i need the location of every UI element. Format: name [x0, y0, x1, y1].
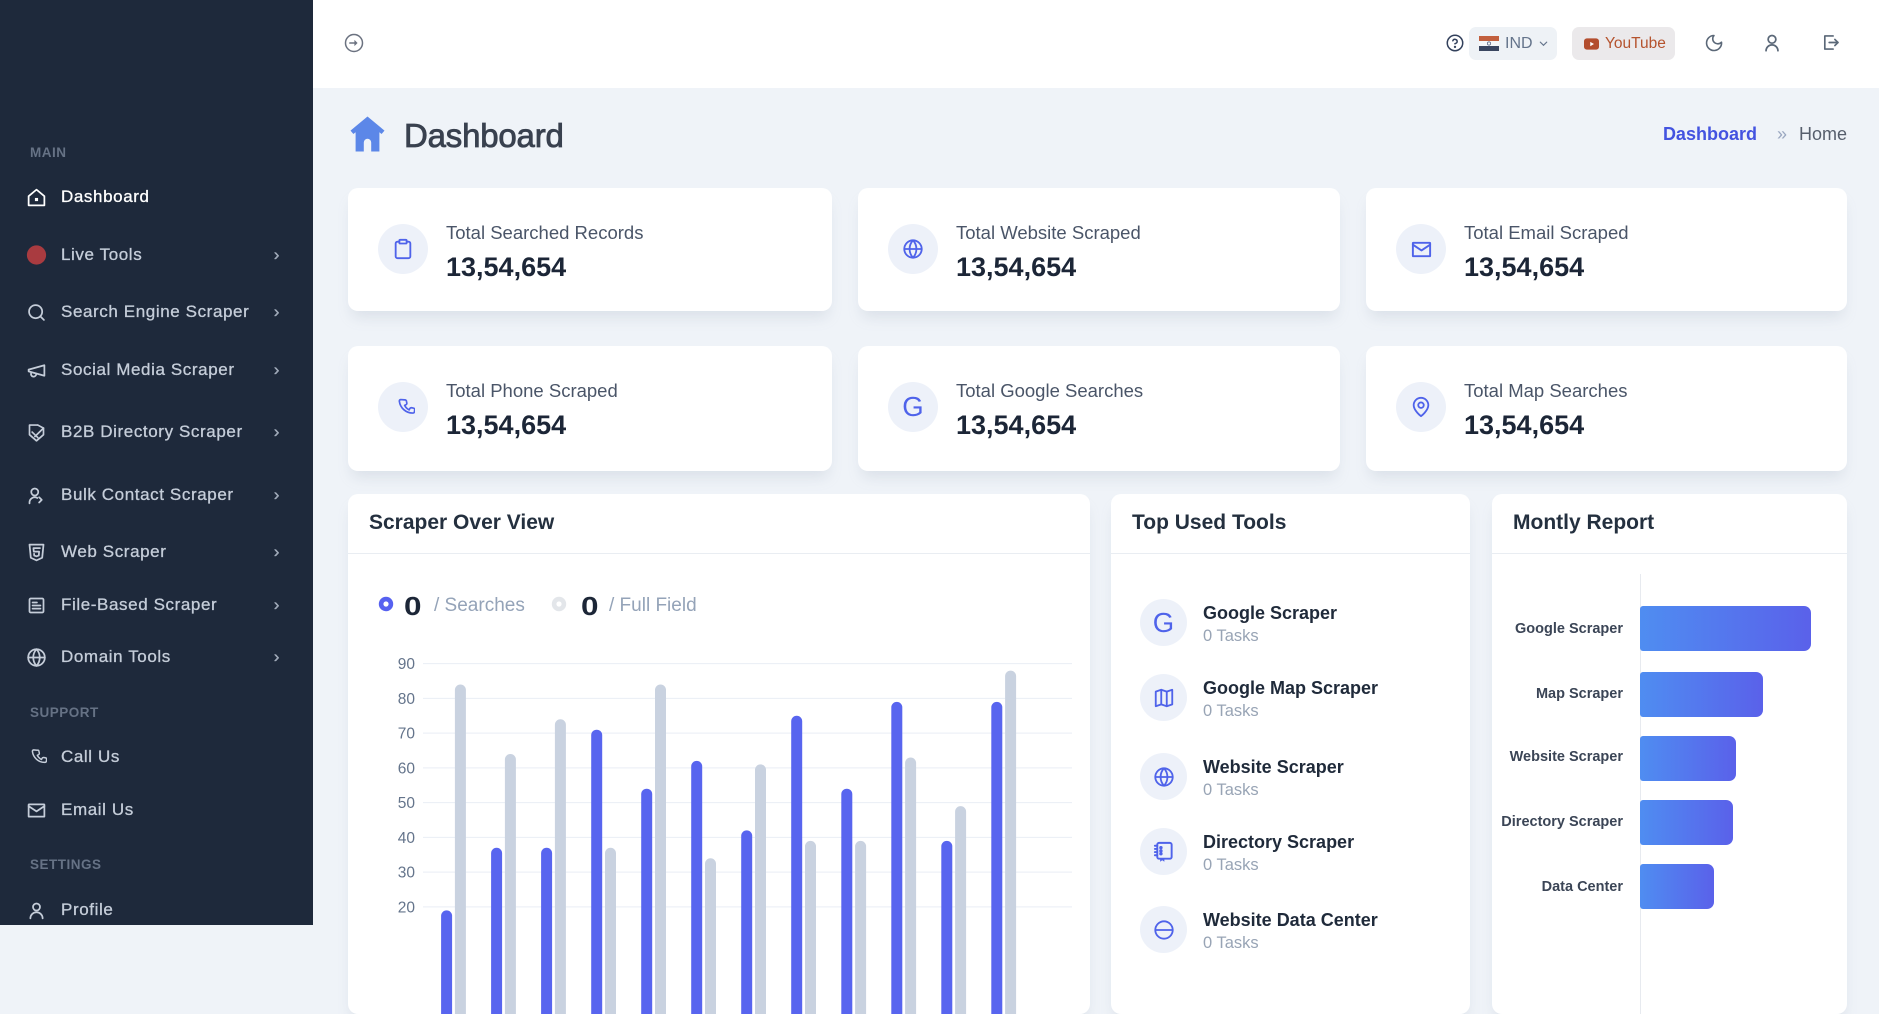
svg-text:0: 0 — [581, 591, 599, 621]
svg-text:90: 90 — [398, 656, 416, 673]
svg-text:0: 0 — [404, 591, 422, 621]
svg-text:/ Searches: / Searches — [434, 595, 525, 616]
svg-text:60: 60 — [398, 760, 416, 777]
svg-text:80: 80 — [398, 691, 416, 708]
svg-text:50: 50 — [398, 795, 416, 812]
svg-text:40: 40 — [398, 830, 416, 847]
svg-text:30: 30 — [398, 865, 416, 882]
svg-text:70: 70 — [398, 726, 416, 743]
svg-text:20: 20 — [398, 899, 416, 916]
svg-text:/ Full Field: / Full Field — [609, 595, 697, 616]
